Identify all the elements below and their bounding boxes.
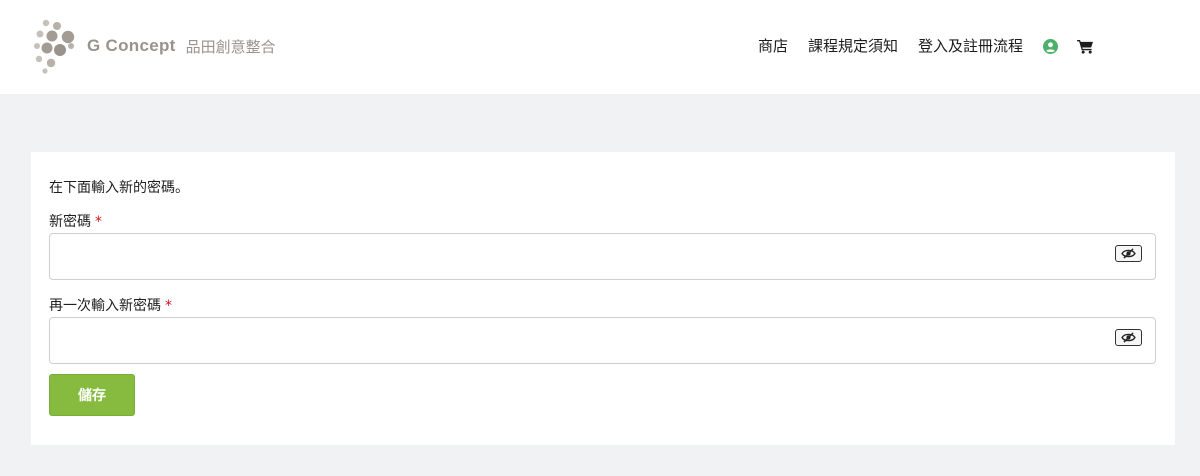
toggle-confirm-visibility-button[interactable] [1115,329,1142,346]
new-password-label: 新密碼 * [49,211,102,231]
new-password-field [49,233,1156,280]
save-button[interactable]: 儲存 [49,374,135,416]
reset-password-card: 在下面輸入新的密碼。 新密碼 * 再一次輸入新密碼 * 儲存 [31,152,1175,445]
confirm-password-input[interactable] [50,318,1155,363]
new-password-input[interactable] [50,234,1155,279]
brand-subtitle: 品田創意整合 [185,37,276,56]
nav-item-login-register[interactable]: 登入及註冊流程 [918,36,1023,56]
confirm-password-label: 再一次輸入新密碼 * [49,295,172,315]
logo-dots-icon [34,19,75,74]
site-header: G Concept 品田創意整合 商店 課程規定須知 登入及註冊流程 [0,0,1200,94]
new-password-label-text: 新密碼 [49,214,91,230]
main-nav: 商店 課程規定須知 登入及註冊流程 [758,36,1094,56]
shopping-cart-icon[interactable] [1077,36,1094,56]
nav-item-course-rules[interactable]: 課程規定須知 [808,36,898,56]
user-circle-icon[interactable] [1043,36,1059,56]
eye-slash-icon [1121,332,1136,343]
site-logo[interactable]: G Concept 品田創意整合 [33,16,276,76]
confirm-password-label-text: 再一次輸入新密碼 [49,298,161,314]
confirm-password-field [49,317,1156,364]
nav-item-shop[interactable]: 商店 [758,36,788,56]
eye-slash-icon [1121,248,1136,259]
toggle-password-visibility-button[interactable] [1115,245,1142,262]
required-mark: * [165,298,172,314]
intro-text: 在下面輸入新的密碼。 [49,180,189,196]
required-mark: * [95,214,102,230]
brand-name: G Concept [87,36,176,55]
